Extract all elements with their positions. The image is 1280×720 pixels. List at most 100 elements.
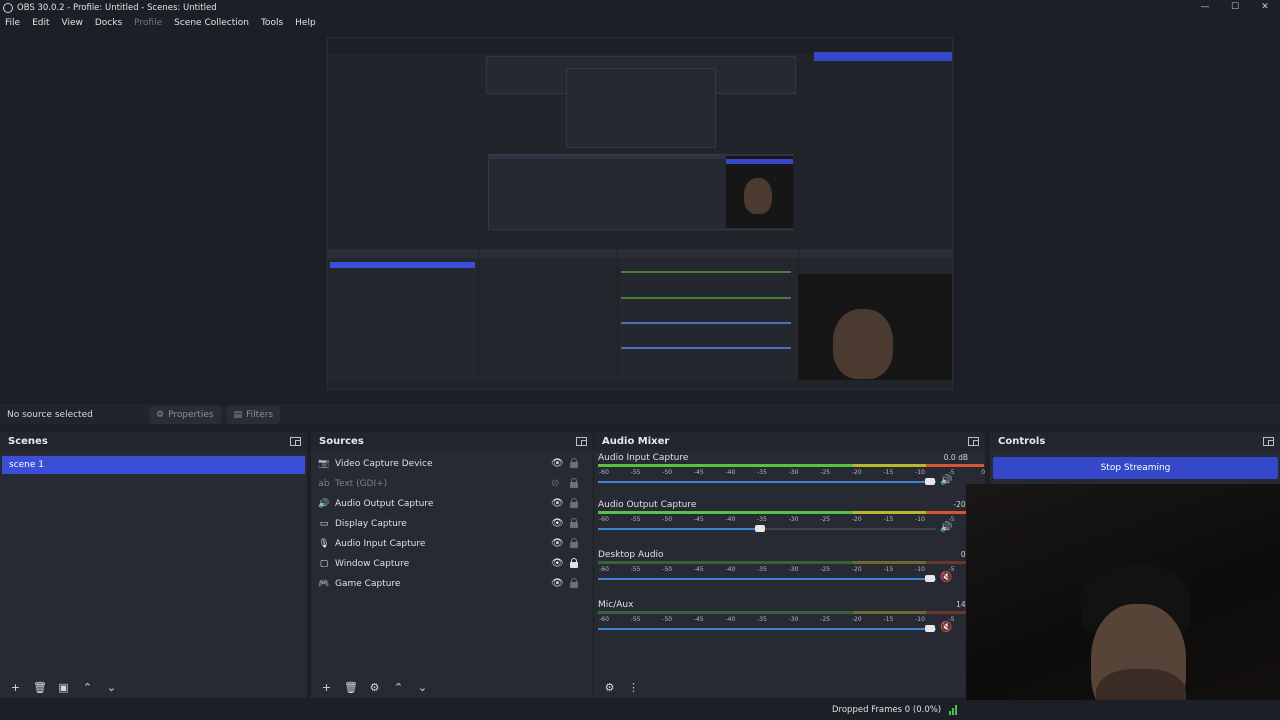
eye-icon[interactable]: 👁 xyxy=(551,559,564,569)
nested-meter-1 xyxy=(621,271,791,273)
stop-streaming-button[interactable]: Stop Streaming xyxy=(993,457,1278,479)
nested-scenes-dock xyxy=(328,249,479,380)
eye-icon[interactable]: 👁 xyxy=(551,579,564,589)
volume-slider-fill xyxy=(598,578,936,580)
source-display-capture[interactable]: ▭ Display Capture 👁 xyxy=(311,514,593,534)
undock-icon[interactable] xyxy=(968,437,979,446)
volume-slider[interactable] xyxy=(598,525,936,532)
speaker-icon[interactable]: 🔊 xyxy=(940,522,952,533)
nested-sources-dock xyxy=(479,249,618,380)
scale-tick-label: -45 xyxy=(693,566,704,573)
gear-icon: ⚙ xyxy=(156,409,165,420)
scene-filters-icon[interactable]: ▣ xyxy=(57,682,70,693)
minimize-icon[interactable]: — xyxy=(1190,0,1220,15)
dropped-frames: Dropped Frames 0 (0.0%) xyxy=(832,705,942,715)
scale-tick-label: -15 xyxy=(883,516,894,523)
filters-button[interactable]: ▤ Filters xyxy=(226,405,281,424)
status-bar: Dropped Frames 0 (0.0%) xyxy=(0,700,1280,720)
properties-button[interactable]: ⚙ Properties xyxy=(149,405,221,424)
unlock-icon[interactable] xyxy=(570,578,578,588)
scale-tick-label: -40 xyxy=(725,616,736,623)
muted-speaker-icon[interactable]: 🔇 xyxy=(940,572,952,583)
scale-tick-label: -10 xyxy=(915,469,925,476)
lock-icon[interactable] xyxy=(570,558,578,568)
eye-icon[interactable]: 👁 xyxy=(551,519,564,529)
menu-scene-collection[interactable]: Scene Collection xyxy=(174,18,249,28)
source-label: Video Capture Device xyxy=(335,459,433,469)
source-video-capture-device[interactable]: 📷 Video Capture Device 👁 xyxy=(311,454,593,474)
preview-area[interactable] xyxy=(0,31,1280,397)
volume-slider-fill xyxy=(598,481,936,483)
scale-tick-label: -25 xyxy=(820,566,831,573)
muted-speaker-icon[interactable]: 🔇 xyxy=(940,622,952,633)
menu-view[interactable]: View xyxy=(62,18,83,28)
meter-scale: -60-55-50-45-40-35-30-25-20-15-10-50 xyxy=(598,566,985,574)
nested-sources-header xyxy=(479,249,617,258)
nested-face-small xyxy=(744,178,772,214)
move-up-icon[interactable]: ⌃ xyxy=(81,682,94,693)
remove-icon[interactable]: 🗑 xyxy=(344,682,358,693)
more-icon[interactable]: ⋮ xyxy=(627,682,640,693)
source-window-capture[interactable]: ▢ Window Capture 👁 xyxy=(311,554,593,574)
eye-hidden-icon[interactable]: ⊘ xyxy=(551,479,559,489)
unlock-icon[interactable] xyxy=(570,478,578,488)
undock-icon[interactable] xyxy=(290,437,301,446)
volume-slider-fill xyxy=(598,528,761,530)
scale-tick-label: -30 xyxy=(788,516,799,523)
unlock-icon[interactable] xyxy=(570,458,578,468)
remove-icon[interactable]: 🗑 xyxy=(33,682,47,693)
volume-slider-handle[interactable] xyxy=(925,478,935,485)
close-icon[interactable]: ✕ xyxy=(1250,0,1280,15)
maximize-icon[interactable]: ☐ xyxy=(1220,0,1250,15)
move-down-icon[interactable]: ⌄ xyxy=(105,682,118,693)
menu-profile[interactable]: Profile xyxy=(134,18,162,28)
menu-edit[interactable]: Edit xyxy=(32,18,49,28)
volume-slider-handle[interactable] xyxy=(755,525,766,532)
channel-db-readout: 0.0 dB xyxy=(943,453,968,462)
source-text-gdi[interactable]: ab Text (GDI+) ⊘ xyxy=(311,474,593,494)
menu-docks[interactable]: Docks xyxy=(95,18,122,28)
eye-icon[interactable]: 👁 xyxy=(551,539,564,549)
advanced-audio-icon[interactable]: ⚙ xyxy=(603,682,616,693)
source-label: Text (GDI+) xyxy=(335,479,388,489)
scale-tick-label: -40 xyxy=(725,516,736,523)
unlock-icon[interactable] xyxy=(570,518,578,528)
volume-slider[interactable] xyxy=(598,575,936,582)
undock-icon[interactable] xyxy=(576,437,587,446)
eye-icon[interactable]: 👁 xyxy=(551,499,564,509)
filters-label: Filters xyxy=(246,409,274,420)
source-audio-output-capture[interactable]: 🔊 Audio Output Capture 👁 xyxy=(311,494,593,514)
menu-file[interactable]: File xyxy=(5,18,20,28)
add-icon[interactable]: + xyxy=(9,682,22,693)
gear-icon[interactable]: ⚙ xyxy=(368,682,381,693)
menu-tools[interactable]: Tools xyxy=(261,18,283,28)
unlock-icon[interactable] xyxy=(570,538,578,548)
volume-slider-handle[interactable] xyxy=(925,575,935,582)
scale-tick-label: -50 xyxy=(662,566,673,573)
meter-scale: -60-55-50-45-40-35-30-25-20-15-10-50 xyxy=(598,616,985,624)
menu-help[interactable]: Help xyxy=(295,18,316,28)
scale-tick-label: -55 xyxy=(630,469,641,476)
display-capture-preview xyxy=(327,37,953,390)
volume-slider[interactable] xyxy=(598,625,936,632)
volume-slider-handle[interactable] xyxy=(925,625,935,632)
unlock-icon[interactable] xyxy=(570,498,578,508)
eye-icon[interactable]: 👁 xyxy=(551,459,564,469)
nested-title-bar xyxy=(328,38,952,46)
scene-item[interactable]: scene 1 xyxy=(2,456,305,474)
undock-icon[interactable] xyxy=(1263,437,1274,446)
speaker-icon[interactable]: 🔊 xyxy=(940,475,952,486)
nested-meter-4 xyxy=(621,347,791,349)
scale-tick-label: -35 xyxy=(757,616,767,623)
volume-slider[interactable] xyxy=(598,478,936,485)
move-up-icon[interactable]: ⌃ xyxy=(392,682,405,693)
scale-tick-label: -10 xyxy=(915,616,925,623)
move-down-icon[interactable]: ⌄ xyxy=(416,682,429,693)
scale-tick-label: -25 xyxy=(820,616,831,623)
source-audio-input-capture[interactable]: 🎙 Audio Input Capture 👁 xyxy=(311,534,593,554)
source-game-capture[interactable]: 🎮 Game Capture 👁 xyxy=(311,574,593,594)
scale-tick-label: -10 xyxy=(915,516,925,523)
add-icon[interactable]: + xyxy=(320,682,333,693)
window-title: OBS 30.0.2 - Profile: Untitled - Scenes:… xyxy=(17,2,217,13)
scale-tick-label: -30 xyxy=(788,616,799,623)
